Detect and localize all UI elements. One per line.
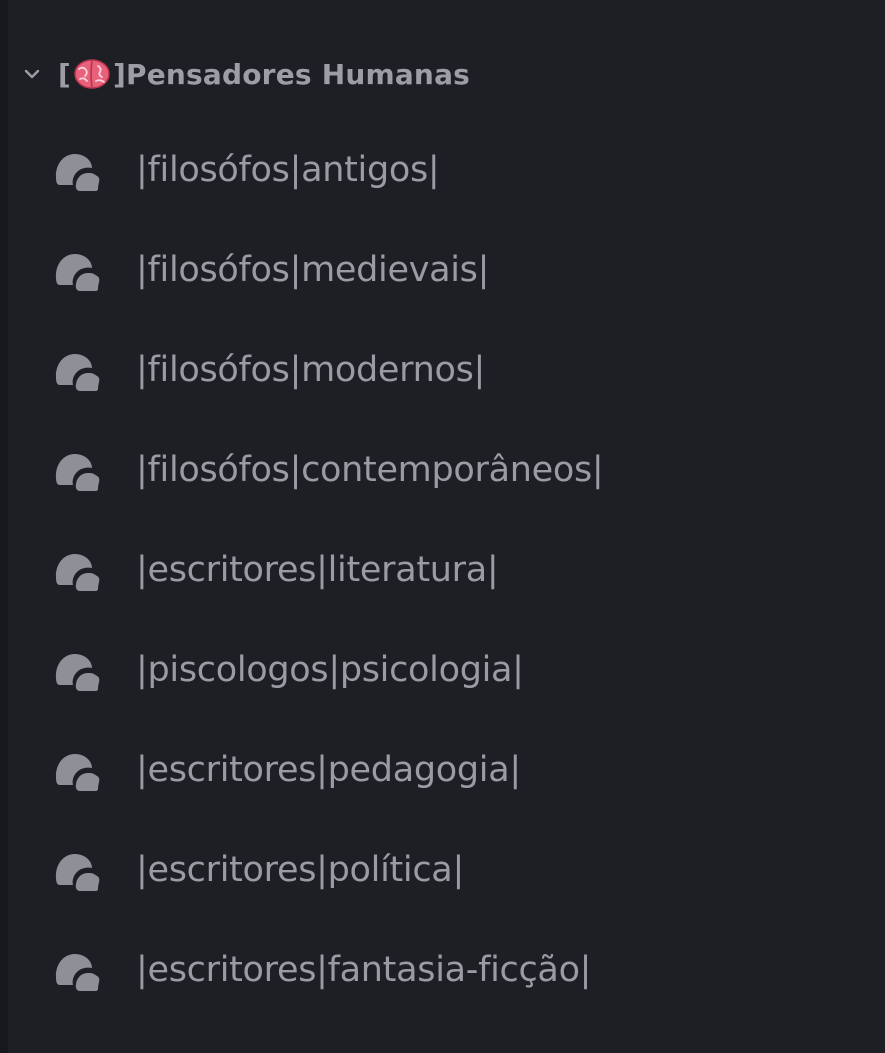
channel-label: |escritores|fantasia-ficção| (136, 950, 592, 990)
forum-channel-icon (52, 847, 106, 893)
channel-label: |escritores|literatura| (136, 550, 499, 590)
channel-label: |filosófos|antigos| (136, 150, 440, 190)
forum-channel-icon (52, 747, 106, 793)
forum-channel-icon (52, 247, 106, 293)
channel-item[interactable]: |filosófos|antigos| (52, 140, 440, 200)
channel-item[interactable]: |piscologos|psicologia| (52, 640, 524, 700)
forum-channel-icon (52, 447, 106, 493)
left-edge-divider (0, 0, 8, 1053)
channel-item[interactable]: |escritores|fantasia-ficção| (52, 940, 591, 1000)
forum-channel-icon (52, 347, 106, 393)
channel-item[interactable]: |filosófos|modernos| (52, 340, 485, 400)
forum-channel-icon (52, 947, 106, 993)
category-header-pensadores[interactable]: [ ]Pensadores Humanas (18, 50, 470, 98)
channel-label: |filosófos|medievais| (136, 250, 490, 290)
channel-item[interactable]: |filosófos|contemporâneos| (52, 440, 604, 500)
channel-label: |piscologos|psicologia| (136, 650, 524, 690)
forum-channel-icon (52, 547, 106, 593)
brain-emoji-icon (73, 57, 111, 91)
channel-label: |filosófos|contemporâneos| (136, 450, 604, 490)
category-title-text: ]Pensadores Humanas (113, 57, 471, 91)
channel-item[interactable]: |escritores|política| (52, 840, 464, 900)
channel-item[interactable]: |escritores|pedagogia| (52, 740, 521, 800)
channel-item[interactable]: |escritores|literatura| (52, 540, 499, 600)
forum-channel-icon (52, 147, 106, 193)
category-title: [ ]Pensadores Humanas (58, 57, 470, 91)
chevron-down-icon[interactable] (18, 60, 46, 88)
channel-label: |escritores|pedagogia| (136, 750, 521, 790)
forum-channel-icon (52, 647, 106, 693)
category-title-prefix: [ (58, 57, 71, 91)
channel-label: |escritores|política| (136, 850, 464, 890)
channel-item[interactable]: |filosófos|medievais| (52, 240, 489, 300)
channel-label: |filosófos|modernos| (136, 350, 486, 390)
